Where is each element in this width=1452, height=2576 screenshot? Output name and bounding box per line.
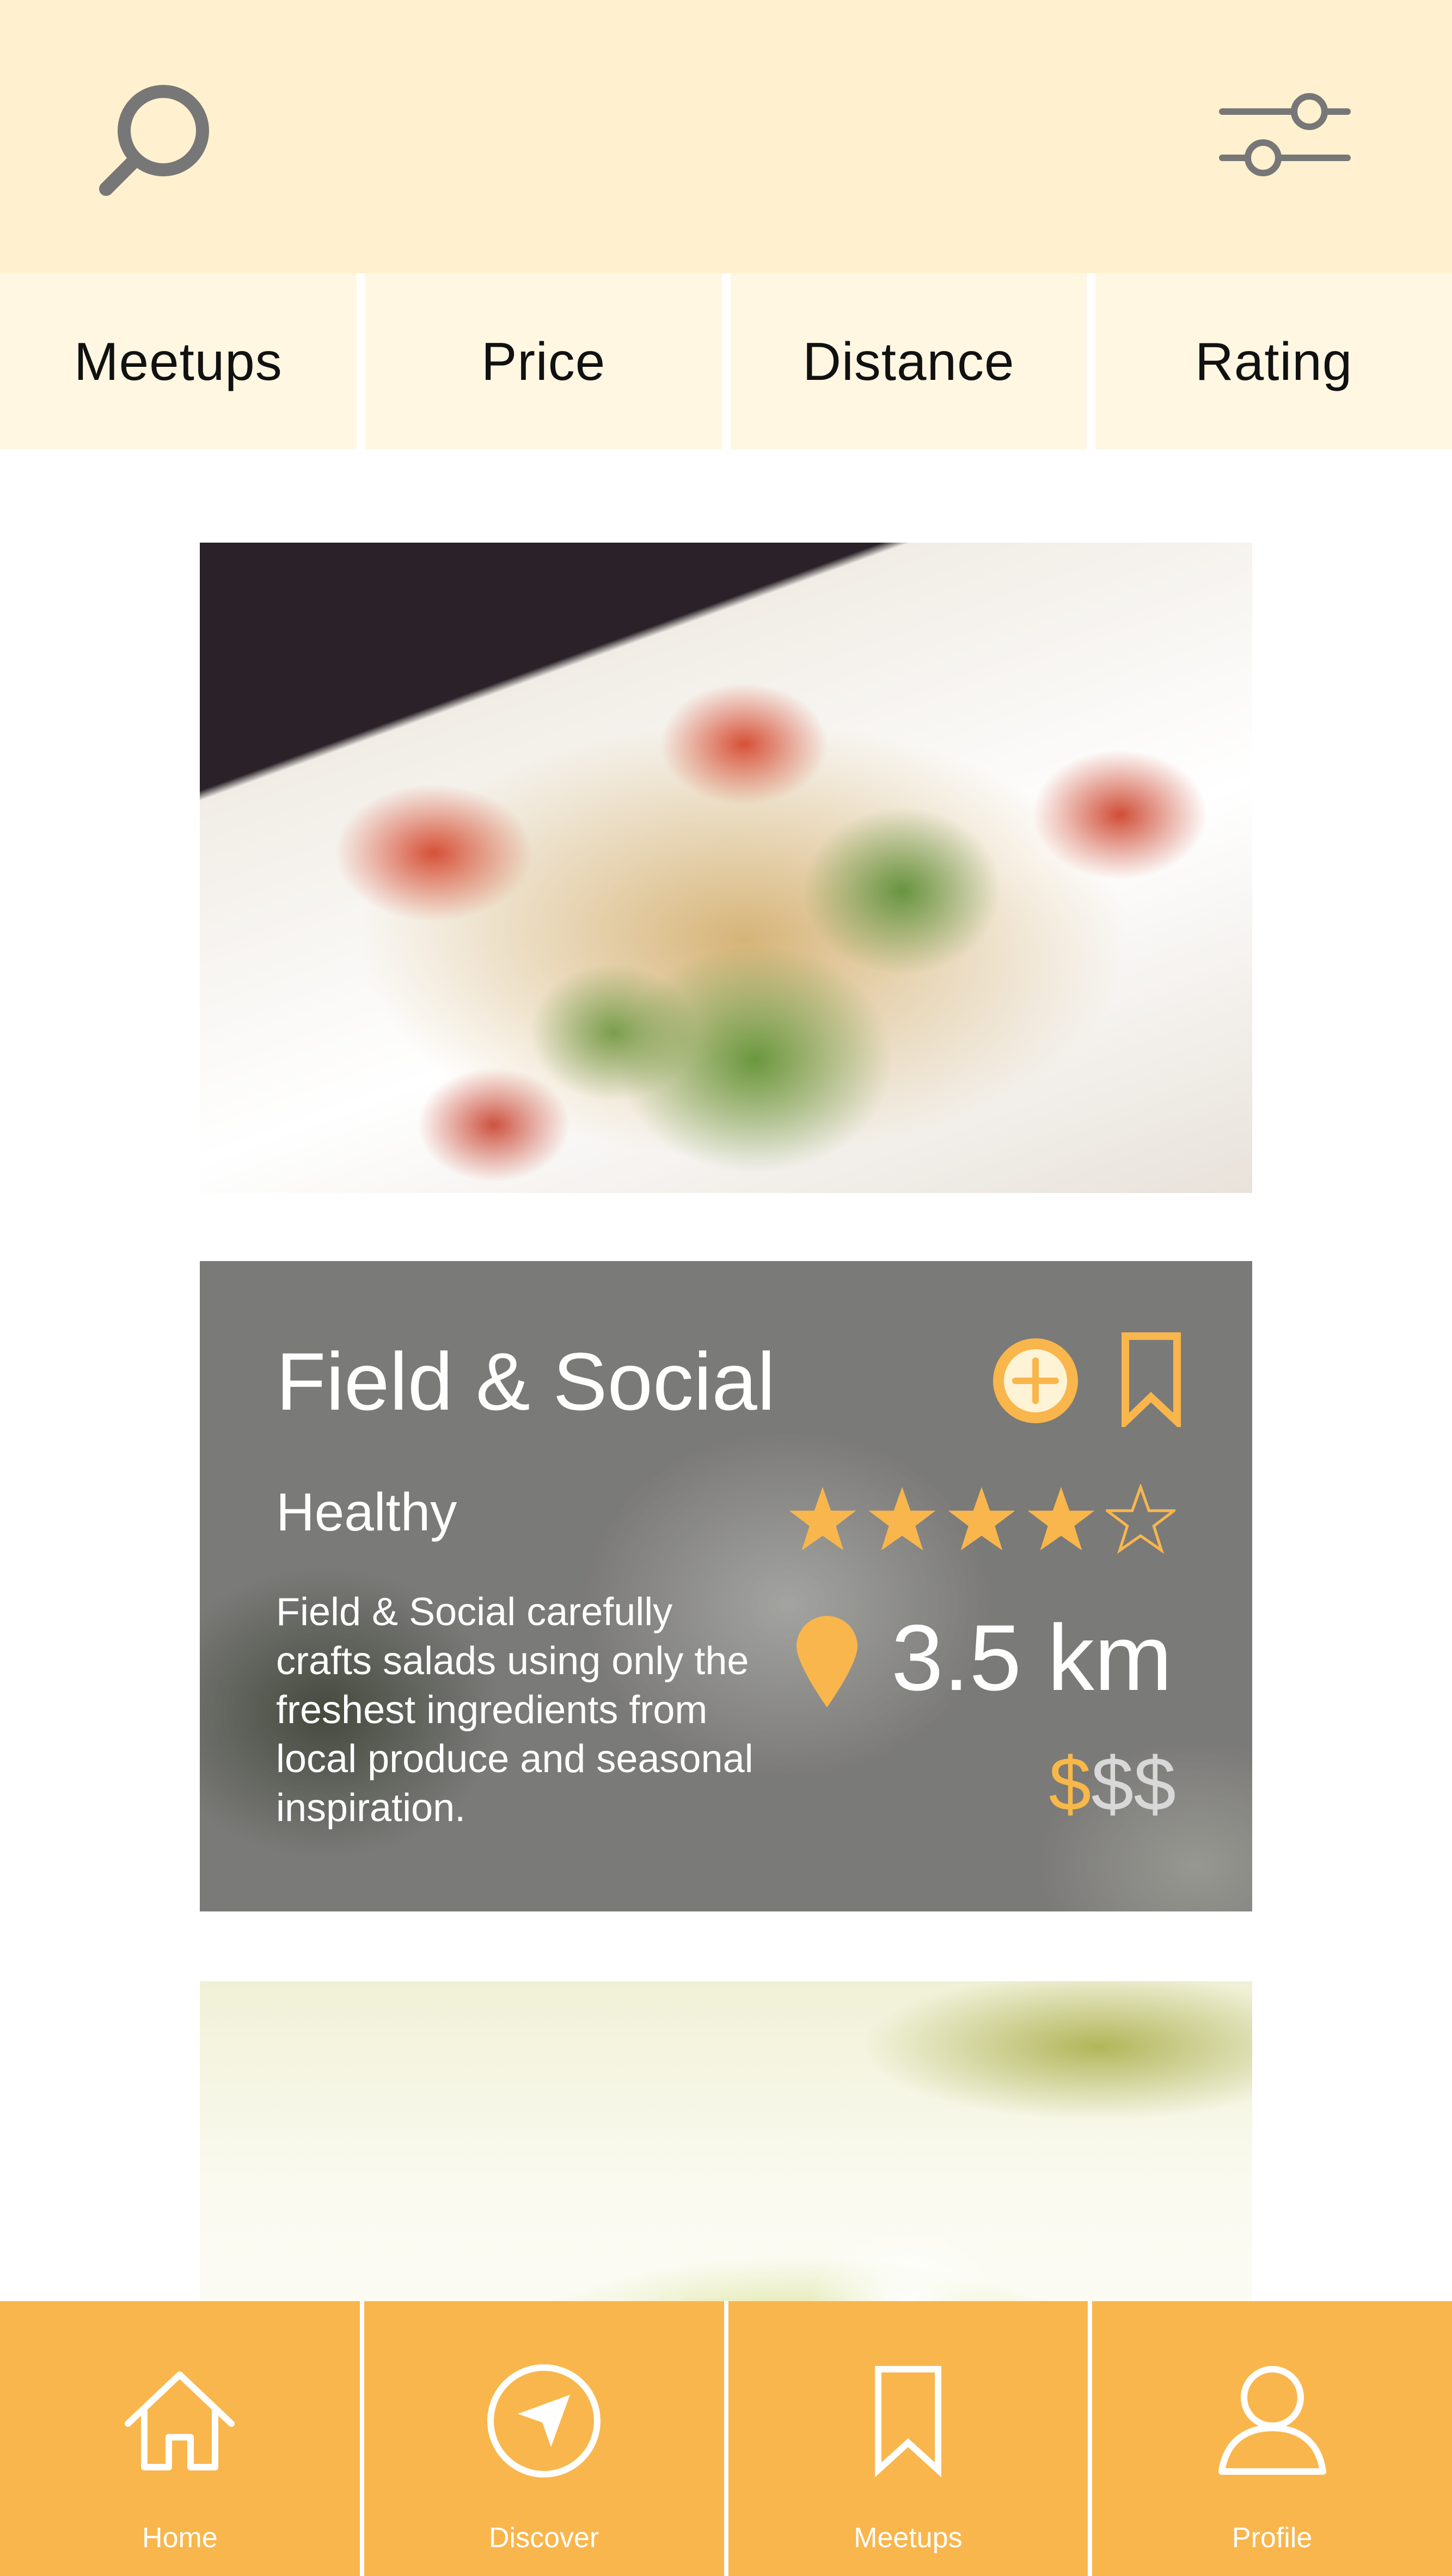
home-icon [125, 2371, 235, 2470]
nav-profile-label: Profile [1232, 2522, 1313, 2554]
star-outline-icon [1106, 1484, 1175, 1554]
nav-discover[interactable]: Discover [364, 2301, 724, 2576]
restaurant-description: Field & Social carefully crafts salads u… [276, 1590, 753, 1830]
bookmark-icon [1122, 1332, 1181, 1431]
star-filled-icon [868, 1487, 936, 1551]
filter-tab-distance[interactable]: Distance [730, 273, 1087, 450]
nav-profile[interactable]: Profile [1092, 2301, 1452, 2576]
price-level: $$$ [1049, 1740, 1176, 1828]
add-button[interactable] [989, 1335, 1082, 1427]
star-filled-icon [1027, 1487, 1095, 1551]
filter-sliders-icon [1219, 93, 1351, 176]
top-bar [0, 0, 1452, 273]
compass-icon [487, 2364, 601, 2477]
filter-button[interactable] [1217, 90, 1353, 185]
nav-discover-label: Discover [488, 2522, 599, 2554]
distance-value: 3.5 km [891, 1606, 1173, 1710]
bookmark-button[interactable] [1120, 1332, 1183, 1431]
price-active: $ [1049, 1741, 1092, 1827]
nav-home-label: Home [142, 2522, 218, 2554]
filter-tabs: Meetups Price Distance Rating [0, 273, 1452, 450]
nav-meetups[interactable]: Meetups [728, 2301, 1088, 2576]
star-filled-icon [789, 1487, 856, 1551]
restaurant-name: Field & Social [276, 1336, 776, 1427]
rating-stars [788, 1484, 1185, 1566]
restaurant-card[interactable]: Field & Social Healthy Field & Social ca… [200, 1261, 1252, 1911]
bookmark-icon [874, 2366, 941, 2477]
filter-tab-price[interactable]: Price [365, 273, 722, 450]
filter-tab-meetups[interactable]: Meetups [0, 273, 357, 450]
profile-icon [1218, 2366, 1326, 2475]
filter-tab-rating[interactable]: Rating [1095, 273, 1452, 450]
price-inactive: $$ [1091, 1741, 1176, 1827]
nav-home[interactable]: Home [0, 2301, 360, 2576]
restaurant-photo-pasta[interactable] [200, 543, 1252, 1193]
search-icon [99, 85, 209, 196]
star-filled-icon [948, 1487, 1015, 1551]
bottom-nav: Home Discover Meetups Profile [0, 2301, 1452, 2576]
add-circle-icon [993, 1338, 1078, 1423]
location-pin-icon [797, 1616, 857, 1707]
restaurant-category: Healthy [276, 1482, 457, 1542]
search-button[interactable] [90, 79, 220, 210]
nav-meetups-label: Meetups [854, 2522, 963, 2554]
